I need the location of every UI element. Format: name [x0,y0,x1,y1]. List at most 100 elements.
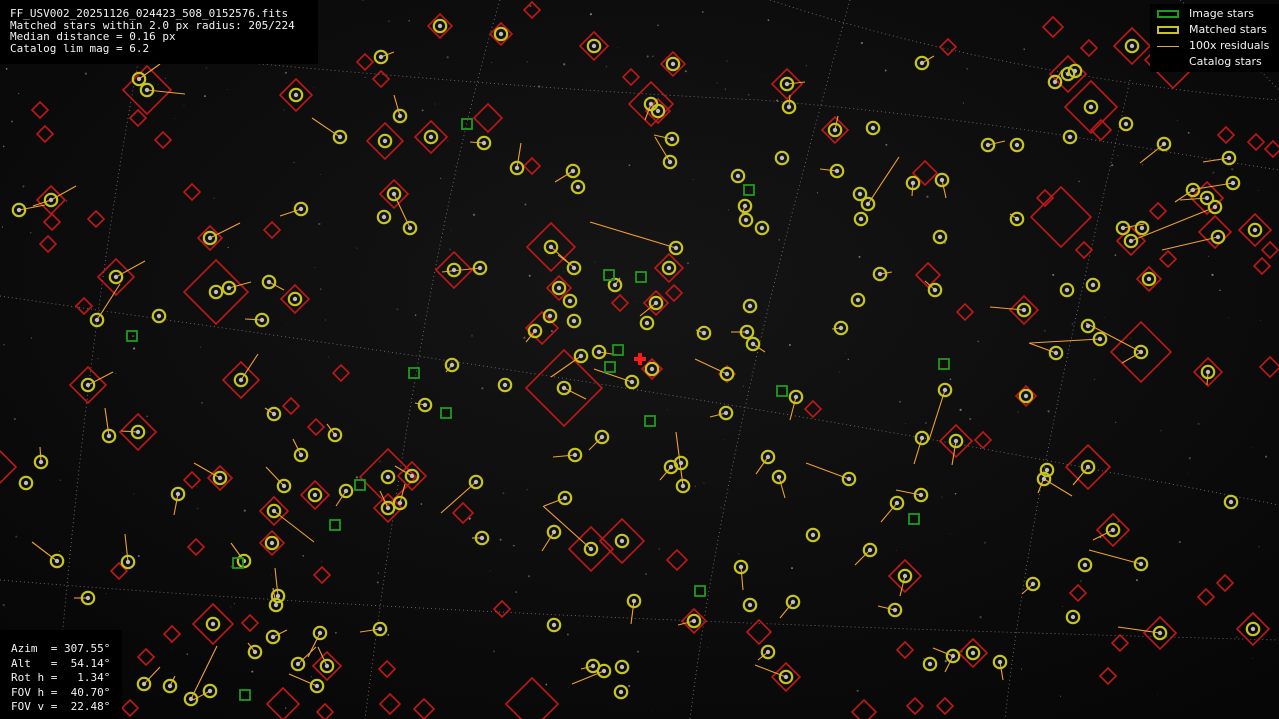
faint-star [1071,323,1074,325]
star-core [293,92,299,98]
faint-star [421,109,424,112]
faint-star [387,634,390,636]
star-core [599,434,605,440]
star-core [939,177,945,183]
legend-label: Image stars [1189,7,1254,20]
star-core [514,165,520,171]
star-core [1230,180,1236,186]
faint-star [816,192,819,194]
faint-star [454,165,456,167]
faint-star [320,173,321,175]
star-core [1070,614,1076,620]
faint-star [313,87,315,89]
star-core [156,313,162,319]
star-core [572,452,578,458]
star-core [970,650,976,656]
star-core [551,622,557,628]
faint-star [924,421,928,425]
faint-star [2,145,5,148]
faint-star [1029,581,1031,583]
faint-star [1265,455,1268,458]
star-core [378,54,384,60]
faint-star [617,47,619,49]
star-core [567,298,573,304]
star-core [680,483,686,489]
catalog-limit-magnitude: Catalog lim mag = 6.2 [10,41,150,55]
star-core [631,598,637,604]
faint-star [203,95,206,98]
faint-star [502,492,505,495]
star-core [85,595,91,601]
faint-star [1197,422,1200,425]
faint-star [701,10,704,14]
star-core [269,540,275,546]
faint-star [364,77,366,78]
star-core [167,683,173,689]
faint-star [450,230,452,232]
faint-star [788,344,791,346]
star-core [385,474,391,480]
faint-star [858,255,861,258]
star-core [217,475,223,481]
fov-horizontal-readout: FOV h = 40.70° [11,685,111,699]
faint-star [1117,155,1119,157]
star-core [54,558,60,564]
faint-star [1178,540,1181,544]
faint-star [1188,457,1191,460]
faint-star [1079,580,1082,583]
star-core [1205,369,1211,375]
faint-star [97,357,99,360]
star-core [252,649,258,655]
star-core [1085,323,1091,329]
star-core [870,125,876,131]
star-core [953,438,959,444]
faint-star [1135,579,1138,582]
legend-label: Matched stars [1189,23,1267,36]
faint-star [174,118,176,119]
faint-star [931,611,933,613]
faint-star [905,423,906,424]
faint-star [966,68,968,70]
star-core [16,207,22,213]
faint-star [528,575,530,578]
faint-star [472,213,476,216]
star-core [1128,238,1134,244]
star-core [765,454,771,460]
faint-star [440,177,442,179]
faint-star [767,19,770,21]
faint-star [844,352,846,354]
star-core [750,341,756,347]
median-distance: Median distance = 0.16 px [10,30,176,43]
star-core [113,274,119,280]
faint-star [526,61,528,63]
faint-star [954,492,957,495]
faint-star [764,75,766,77]
star-core [985,142,991,148]
faint-star [969,418,972,420]
star-core [670,61,676,67]
star-core [571,318,577,324]
faint-star [284,71,287,74]
star-core [937,234,943,240]
faint-star [30,232,32,234]
fov-vertical-readout: FOV v = 22.48° [11,700,111,713]
faint-star [314,266,316,269]
faint-star [1047,410,1050,413]
faint-star [949,533,951,535]
faint-star [293,161,295,164]
faint-star [657,24,659,26]
faint-star [10,120,14,123]
star-core [317,630,323,636]
star-core [1139,225,1145,231]
faint-star [196,486,198,488]
faint-star [1006,712,1008,714]
star-core [94,317,100,323]
faint-star [684,70,687,73]
star-core [385,505,391,511]
star-core [1212,204,1218,210]
faint-star [651,709,652,711]
faint-star [742,385,745,387]
faint-star [523,336,526,339]
star-core [649,366,655,372]
star-core [407,225,413,231]
